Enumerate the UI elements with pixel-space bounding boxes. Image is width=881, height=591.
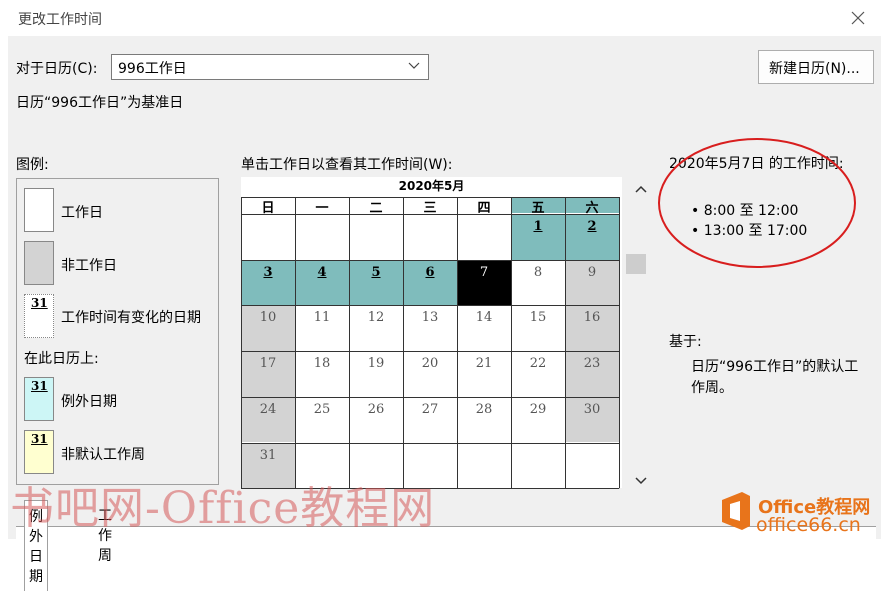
logo-text-line2: office66.cn bbox=[756, 514, 861, 536]
weekday-header: 一 bbox=[295, 197, 349, 216]
calendar-day-cell[interactable]: 10 bbox=[241, 305, 295, 352]
legend-nondefault-swatch: 31 bbox=[24, 430, 54, 474]
legend-working-swatch bbox=[24, 188, 54, 232]
calendar-day-cell[interactable]: 14 bbox=[457, 305, 511, 352]
legend-nonworking-label: 非工作日 bbox=[61, 258, 117, 274]
base-calendar-info: 日历“996工作日”为基准日 bbox=[16, 95, 184, 111]
background-window-strip bbox=[0, 60, 8, 539]
legend-nondefault-sample-day: 31 bbox=[31, 432, 48, 446]
month-title: 2020年5月 bbox=[398, 179, 465, 193]
legend-nondefault-label: 非默认工作周 bbox=[61, 447, 145, 463]
calendar-day-cell[interactable] bbox=[295, 214, 349, 260]
calendar-scroll-thumb[interactable] bbox=[626, 254, 646, 274]
calendar-day-cell[interactable]: 4 bbox=[295, 259, 349, 306]
legend-exception-swatch: 31 bbox=[24, 377, 54, 421]
new-calendar-button-label: 新建日历(N)... bbox=[769, 61, 860, 77]
calendar-day-cell[interactable]: 30 bbox=[565, 396, 619, 443]
watermark-text: 书吧网-Office教程网 bbox=[10, 483, 436, 534]
based-on-line-1: 日历“996工作日”的默认工 bbox=[691, 359, 859, 375]
calendar-day-cell[interactable]: 5 bbox=[349, 259, 403, 306]
calendar-day-cell[interactable]: 6 bbox=[403, 259, 457, 306]
calendar-day-cell[interactable]: 13 bbox=[403, 305, 457, 352]
calendar-day-cell[interactable]: 28 bbox=[457, 396, 511, 443]
calendar-day-cell[interactable]: 2 bbox=[565, 214, 619, 260]
legend-exception-label: 例外日期 bbox=[61, 394, 117, 410]
calendar-day-cell[interactable] bbox=[457, 442, 511, 489]
calendar-day-cell[interactable]: 7 bbox=[457, 259, 511, 306]
annotation-ellipse bbox=[658, 138, 856, 268]
calendar-day-cell[interactable]: 8 bbox=[511, 259, 565, 306]
weekday-header: 五 bbox=[511, 197, 565, 216]
change-working-time-dialog: 更改工作时间 对于日历(C): 996工作日 日历“996工作日”为基准日 新建… bbox=[8, 0, 881, 591]
calendar-day-cell[interactable]: 24 bbox=[241, 396, 295, 443]
calendar-day-cell[interactable] bbox=[241, 214, 295, 260]
weekday-header: 日 bbox=[241, 197, 295, 216]
calendar-day-cell[interactable]: 9 bbox=[565, 259, 619, 306]
legend-changed-swatch: 31 bbox=[24, 294, 54, 338]
calendar-day-cell[interactable]: 3 bbox=[241, 259, 295, 306]
calendar-prompt: 单击工作日以查看其工作时间(W): bbox=[241, 157, 453, 173]
weekday-header: 六 bbox=[565, 197, 619, 216]
calendar-day-cell[interactable] bbox=[511, 442, 565, 489]
based-on-line-2: 作周。 bbox=[691, 380, 733, 396]
calendar-day-cell[interactable]: 25 bbox=[295, 396, 349, 443]
calendar-day-cell[interactable]: 18 bbox=[295, 351, 349, 397]
title-bar: 更改工作时间 bbox=[8, 0, 881, 36]
calendar-day-cell[interactable]: 11 bbox=[295, 305, 349, 352]
calendar-select-label: 对于日历(C): bbox=[16, 61, 98, 77]
legend-header: 图例: bbox=[16, 157, 49, 173]
calendar-day-cell[interactable]: 27 bbox=[403, 396, 457, 443]
weekday-header: 四 bbox=[457, 197, 511, 216]
scroll-up-arrow-icon[interactable] bbox=[634, 184, 648, 194]
calendar-day-cell[interactable]: 29 bbox=[511, 396, 565, 443]
office-logo-icon bbox=[722, 492, 750, 530]
calendar-day-cell[interactable]: 23 bbox=[565, 351, 619, 397]
month-calendar: 2020年5月 日一二三四五六 1 2 3 4 5 6 7 8 9 10 11 12 13 14 15 16 17… bbox=[241, 177, 622, 489]
chevron-down-icon bbox=[408, 62, 420, 69]
calendar-day-cell[interactable]: 17 bbox=[241, 351, 295, 397]
legend-nonworking-swatch bbox=[24, 241, 54, 285]
scroll-down-arrow-icon[interactable] bbox=[634, 476, 648, 486]
calendar-select[interactable]: 996工作日 bbox=[111, 54, 429, 80]
close-icon bbox=[851, 11, 865, 25]
weekday-header: 三 bbox=[403, 197, 457, 216]
legend-on-calendar-label: 在此日历上: bbox=[24, 351, 99, 367]
calendar-day-cell[interactable] bbox=[565, 442, 619, 489]
weekday-header: 二 bbox=[349, 197, 403, 216]
calendar-day-cell[interactable]: 15 bbox=[511, 305, 565, 352]
dialog-title: 更改工作时间 bbox=[18, 12, 102, 28]
legend-changed-sample-day: 31 bbox=[31, 296, 48, 310]
calendar-day-cell[interactable] bbox=[349, 214, 403, 260]
legend-exception-sample-day: 31 bbox=[31, 379, 48, 393]
close-button[interactable] bbox=[844, 4, 872, 32]
calendar-day-cell[interactable]: 26 bbox=[349, 396, 403, 443]
legend-box: 工作日 非工作日 31 工作时间有变化的日期 在此日历上: 31 例外日期 31… bbox=[16, 178, 219, 485]
calendar-day-cell[interactable] bbox=[403, 214, 457, 260]
calendar-day-cell[interactable] bbox=[457, 214, 511, 260]
calendar-day-cell[interactable]: 16 bbox=[565, 305, 619, 352]
calendar-day-cell[interactable]: 21 bbox=[457, 351, 511, 397]
calendar-day-cell[interactable]: 22 bbox=[511, 351, 565, 397]
calendar-day-cell[interactable]: 1 bbox=[511, 214, 565, 260]
new-calendar-button[interactable]: 新建日历(N)... bbox=[758, 50, 874, 84]
calendar-select-value: 996工作日 bbox=[118, 61, 187, 77]
legend-changed-label: 工作时间有变化的日期 bbox=[61, 310, 201, 326]
calendar-day-cell[interactable]: 20 bbox=[403, 351, 457, 397]
legend-working-label: 工作日 bbox=[61, 205, 103, 221]
based-on-label: 基于: bbox=[669, 334, 702, 350]
calendar-day-cell[interactable]: 19 bbox=[349, 351, 403, 397]
calendar-day-cell[interactable]: 12 bbox=[349, 305, 403, 352]
